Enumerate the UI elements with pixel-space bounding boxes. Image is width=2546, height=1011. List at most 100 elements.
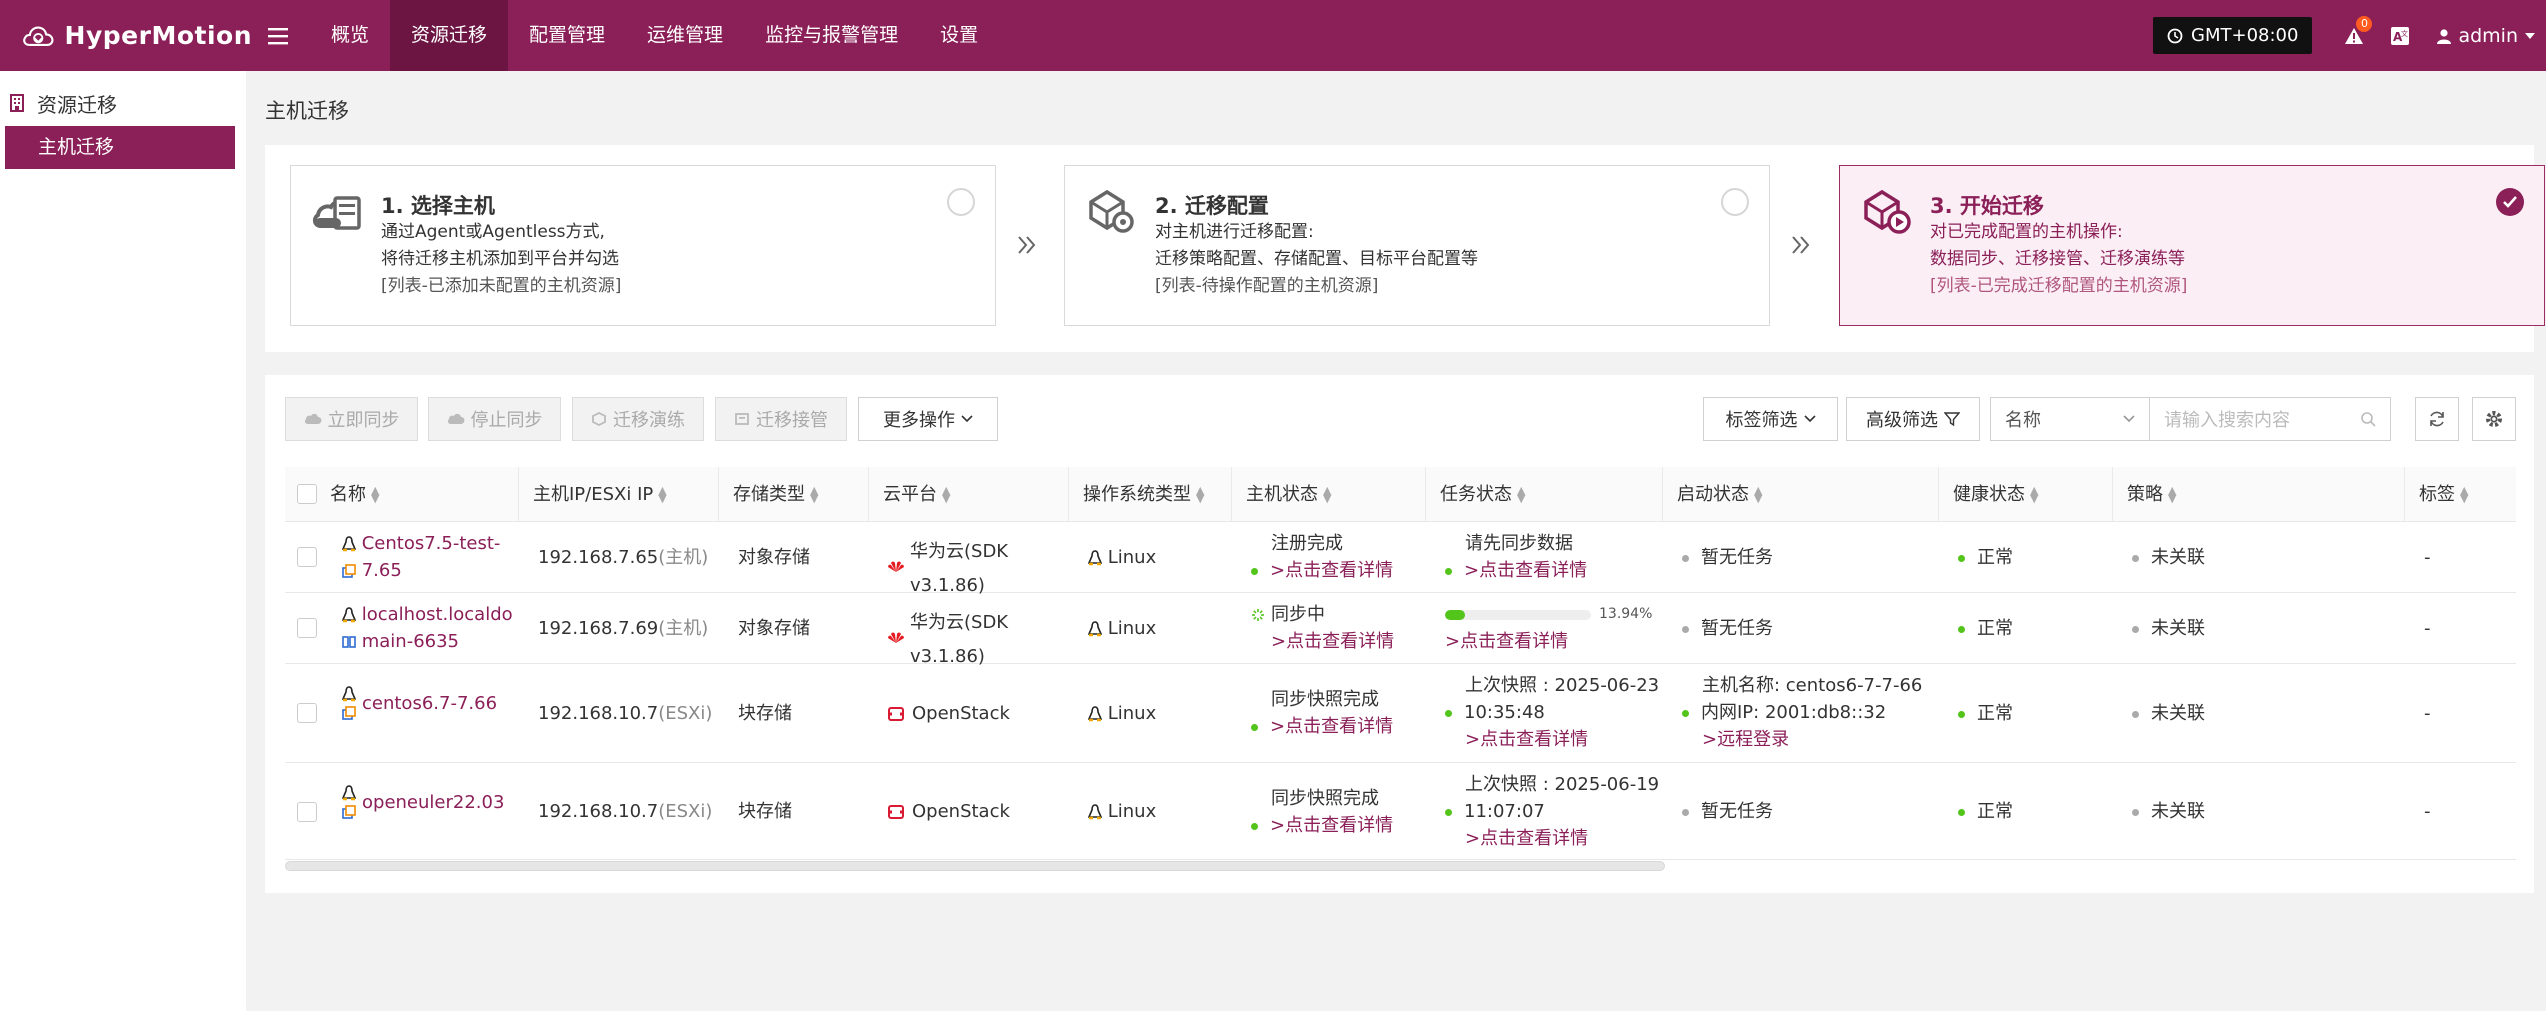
migration-takeover-button[interactable]: 迁移接管	[715, 397, 847, 441]
sync-progress-fill	[1445, 609, 1466, 620]
nav-settings[interactable]: 设置	[919, 0, 999, 71]
row-checkbox[interactable]	[297, 618, 317, 638]
timezone-button[interactable]: GMT+08:00	[2153, 17, 2313, 54]
linux-penguin-icon	[1088, 706, 1102, 722]
host-status-cell: 同步中 >点击查看详情	[1251, 601, 1394, 655]
app-logo[interactable]: HyperMotion	[22, 13, 252, 59]
col-header-ip[interactable]: 主机IP/ESXi IP ▲ ▼	[518, 467, 667, 522]
huawei-icon	[888, 631, 910, 643]
search-field-select[interactable]: 名称	[1990, 397, 2150, 441]
header-right: GMT+08:00 0 A文 admin	[2153, 0, 2546, 71]
col-header-label: 策略	[2127, 484, 2163, 505]
language-button[interactable]: A文	[2390, 26, 2410, 46]
host-name-link[interactable]: Centos7.5-test-	[362, 533, 501, 554]
task-status-detail-link[interactable]: >点击查看详情	[1465, 729, 1588, 750]
step-desc-line: 数据同步、迁移接管、迁移演练等	[1930, 249, 2185, 269]
ip-value: 192.168.7.69	[538, 618, 659, 639]
table-row[interactable]: localhost.localdo main-6635 192.168.7.69…	[285, 593, 2516, 667]
linux-penguin-icon	[342, 785, 356, 801]
status-dot	[1445, 709, 1452, 717]
storage-cell: 块存储	[738, 703, 792, 724]
migration-drill-button[interactable]: 迁移演练	[572, 397, 704, 441]
host-name-link[interactable]: centos6.7-7.66	[362, 690, 497, 717]
search-input[interactable]: 请输入搜索内容	[2150, 397, 2391, 441]
col-header-tag[interactable]: 标签 ▲ ▼	[2404, 467, 2468, 522]
nav-ops-management[interactable]: 运维管理	[626, 0, 744, 71]
status-dot	[1445, 567, 1452, 575]
host-status-detail-link[interactable]: >点击查看详情	[1270, 716, 1393, 737]
nav-resource-migration[interactable]: 资源迁移	[390, 0, 509, 71]
spinner-icon	[1251, 608, 1271, 622]
host-status-cell: 同步快照完成 >点击查看详情	[1251, 785, 1393, 839]
table-row[interactable]: openeuler22.03 192.168.10.7(ESXi) 块存储 Op…	[285, 763, 2516, 860]
sort-icon: ▲ ▼	[810, 483, 819, 505]
policy-cell: 未关联	[2132, 798, 2205, 825]
stop-sync-button[interactable]: 停止同步	[428, 397, 561, 441]
step-migration-config[interactable]: 2. 迁移配置 对主机进行迁移配置: 迁移策略配置、存储配置、目标平台配置等 […	[1064, 165, 1770, 326]
host-status-detail-link[interactable]: >点击查看详情	[1270, 560, 1393, 581]
sync-now-button[interactable]: 立即同步	[285, 397, 418, 441]
host-status-detail-link[interactable]: >点击查看详情	[1271, 631, 1394, 652]
col-header-host-status[interactable]: 主机状态 ▲ ▼	[1231, 467, 1331, 522]
policy-cell: 未关联	[2132, 700, 2205, 727]
hamburger-icon	[268, 27, 288, 44]
menu-toggle-button[interactable]	[268, 26, 290, 46]
more-actions-dropdown[interactable]: 更多操作	[858, 397, 998, 441]
nav-monitoring-alerts[interactable]: 监控与报警管理	[744, 0, 919, 71]
migration-steps-panel: 1. 选择主机 通过Agent或Agentless方式, 将待迁移主机添加到平台…	[265, 145, 2545, 352]
col-header-cloud[interactable]: 云平台 ▲ ▼	[868, 467, 950, 522]
row-checkbox[interactable]	[297, 703, 317, 723]
host-name-link[interactable]: openeuler22.03	[362, 789, 504, 816]
col-header-os[interactable]: 操作系统类型 ▲ ▼	[1068, 467, 1204, 522]
sidebar-group-resource-migration[interactable]: 资源迁移	[0, 86, 246, 120]
sidebar: 资源迁移 主机迁移	[0, 71, 246, 1011]
openstack-icon	[888, 804, 912, 819]
row-checkbox[interactable]	[297, 802, 317, 822]
boot-status-text: 暂无任务	[1701, 801, 1773, 822]
table-row[interactable]: centos6.7-7.66 192.168.10.7(ESXi) 块存储 Op…	[285, 664, 2516, 763]
cloud-logo-icon	[23, 26, 54, 46]
step-status-radio	[947, 188, 975, 216]
select-all-checkbox[interactable]	[297, 484, 317, 504]
migration-takeover-label: 迁移接管	[756, 410, 828, 431]
col-header-task-status[interactable]: 任务状态 ▲ ▼	[1425, 467, 1525, 522]
nav-overview[interactable]: 概览	[310, 0, 390, 71]
ip-cell: 192.168.10.7(ESXi)	[538, 700, 712, 727]
column-settings-button[interactable]	[2472, 397, 2516, 441]
host-status-detail-link[interactable]: >点击查看详情	[1270, 815, 1393, 836]
huawei-icon	[888, 560, 910, 572]
sync-progress-bar	[1445, 609, 1591, 620]
ip-value: 192.168.7.65	[538, 547, 659, 568]
col-header-storage[interactable]: 存储类型 ▲ ▼	[718, 467, 818, 522]
task-status-detail-link[interactable]: >点击查看详情	[1465, 828, 1588, 849]
task-status-detail-link[interactable]: >点击查看详情	[1464, 560, 1587, 581]
tag-cell: -	[2424, 618, 2431, 639]
table-row[interactable]: Centos7.5-test- 7.65 192.168.7.65(主机) 对象…	[285, 522, 2516, 596]
cloud-name: 华为云(SDK	[910, 611, 1009, 633]
host-status-text: 同步快照完成	[1271, 689, 1379, 710]
search-icon	[2361, 412, 2376, 427]
tag-filter-dropdown[interactable]: 标签筛选	[1703, 397, 1838, 441]
health-text: 正常	[1977, 801, 2013, 822]
host-name-link-cont[interactable]: 7.65	[362, 560, 402, 581]
user-menu[interactable]: admin	[2436, 25, 2536, 47]
status-dot	[1958, 808, 1965, 816]
sidebar-item-host-migration[interactable]: 主机迁移	[5, 126, 235, 169]
advanced-filter-button[interactable]: 高级筛选	[1846, 397, 1980, 441]
row-checkbox[interactable]	[297, 547, 317, 567]
alerts-button[interactable]: 0	[2344, 15, 2373, 46]
task-status-detail-link[interactable]: >点击查看详情	[1445, 631, 1568, 652]
col-header-name[interactable]: 名称 ▲ ▼	[330, 467, 379, 522]
sort-icon: ▲ ▼	[1196, 483, 1205, 505]
refresh-button[interactable]	[2415, 397, 2459, 441]
step-start-migration[interactable]: 3. 开始迁移 对已完成配置的主机操作: 数据同步、迁移接管、迁移演练等 [列表…	[1839, 165, 2545, 326]
col-header-boot-status[interactable]: 启动状态 ▲ ▼	[1662, 467, 1762, 522]
remote-login-link[interactable]: >远程登录	[1702, 729, 1789, 750]
host-name-link-cont[interactable]: main-6635	[362, 631, 459, 652]
host-name-link[interactable]: localhost.localdo	[362, 604, 513, 625]
horizontal-scrollbar[interactable]	[285, 861, 1665, 871]
col-header-policy[interactable]: 策略 ▲ ▼	[2112, 467, 2176, 522]
step-select-host[interactable]: 1. 选择主机 通过Agent或Agentless方式, 将待迁移主机添加到平台…	[290, 165, 996, 326]
col-header-health[interactable]: 健康状态 ▲ ▼	[1938, 467, 2038, 522]
nav-config-management[interactable]: 配置管理	[508, 0, 626, 71]
